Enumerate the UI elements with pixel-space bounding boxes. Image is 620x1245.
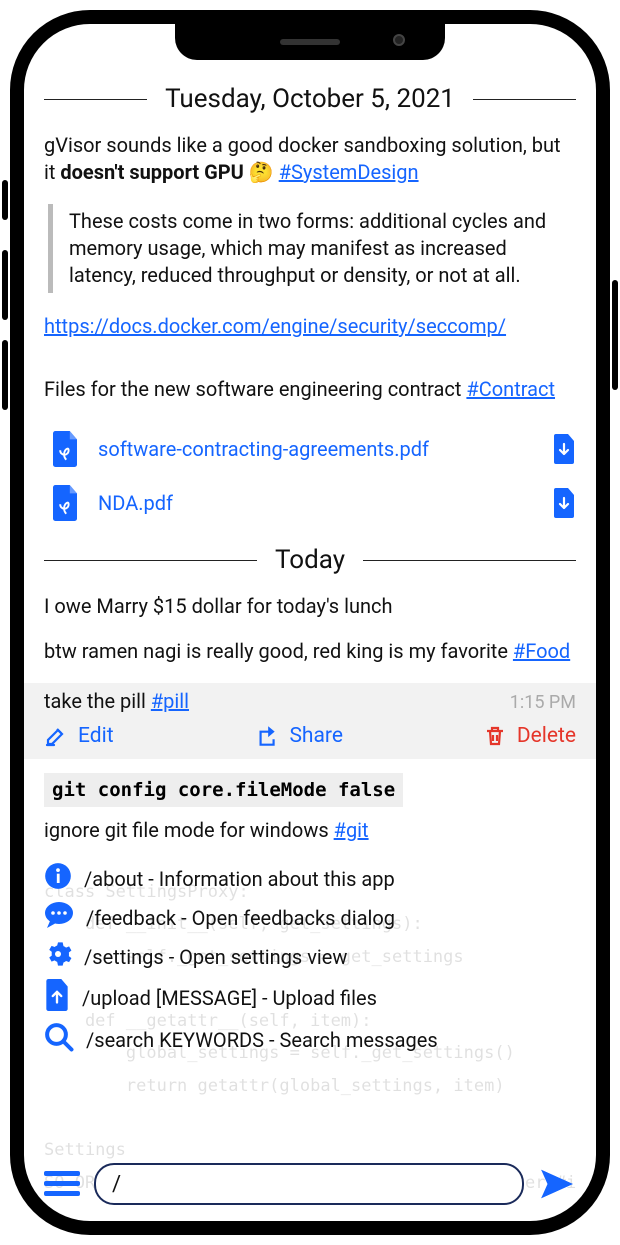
link-docker-seccomp[interactable]: https://docs.docker.com/engine/security/… bbox=[44, 314, 506, 338]
command-list: /about - Information about this app/feed… bbox=[44, 862, 576, 1057]
download-icon[interactable] bbox=[552, 488, 576, 518]
message-contract[interactable]: Files for the new software engineering c… bbox=[44, 376, 576, 403]
command-text: /about - Information about this app bbox=[84, 867, 395, 891]
message-text: Files for the new software engineering c… bbox=[44, 377, 466, 401]
app-screen: Tuesday, October 5, 2021 gVisor sounds l… bbox=[24, 24, 596, 1221]
menu-button[interactable] bbox=[44, 1169, 80, 1199]
share-icon bbox=[253, 723, 279, 749]
hashtag-food[interactable]: #Food bbox=[513, 639, 570, 663]
date-divider-today: Today bbox=[44, 545, 576, 575]
delete-button[interactable]: Delete bbox=[483, 724, 576, 748]
file-upload-icon bbox=[44, 979, 70, 1016]
command-palette-area: class SettingsProxy: def __init__(self, … bbox=[24, 856, 596, 1221]
file-name: software-contracting-agreements.pdf bbox=[98, 437, 534, 461]
edit-button[interactable]: Edit bbox=[44, 724, 114, 748]
message-text: take the pill bbox=[44, 689, 151, 713]
share-button[interactable]: Share bbox=[253, 723, 343, 749]
hashtag-systemdesign[interactable]: #SystemDesign bbox=[279, 160, 419, 184]
download-button[interactable] bbox=[552, 434, 576, 464]
hashtag-pill[interactable]: #pill bbox=[151, 689, 189, 713]
message-text: btw ramen nagi is really good, red king … bbox=[44, 639, 513, 663]
search-icon bbox=[44, 1022, 74, 1057]
message-gvisor[interactable]: gVisor sounds like a good docker sandbox… bbox=[44, 132, 576, 186]
code-block: git config core.fileMode false bbox=[44, 773, 403, 807]
share-label: Share bbox=[289, 724, 343, 748]
download-button[interactable] bbox=[552, 488, 576, 518]
file-name: NDA.pdf bbox=[98, 491, 534, 515]
message-timestamp: 1:15 PM bbox=[510, 692, 576, 713]
info-icon bbox=[44, 862, 72, 895]
command-text: /settings - Open settings view bbox=[84, 945, 347, 969]
command-text: /feedback - Open feedbacks dialog bbox=[86, 906, 395, 930]
command-item[interactable]: /feedback - Open feedbacks dialog bbox=[44, 901, 576, 934]
message-link[interactable]: https://docs.docker.com/engine/security/… bbox=[44, 313, 576, 340]
message-pill[interactable]: take the pill #pill bbox=[44, 689, 510, 713]
file-attachment[interactable]: NDA.pdf bbox=[44, 485, 576, 521]
message-text: I owe Marry $15 dollar for today's lunch bbox=[44, 594, 393, 618]
trash-icon bbox=[483, 724, 507, 748]
chat-icon bbox=[44, 901, 74, 934]
date-label: Today bbox=[275, 545, 345, 575]
hashtag-git[interactable]: #git bbox=[334, 818, 369, 842]
command-item[interactable]: /about - Information about this app bbox=[44, 862, 576, 895]
delete-label: Delete bbox=[517, 724, 576, 748]
command-item[interactable]: /settings - Open settings view bbox=[44, 940, 576, 973]
command-text: /search KEYWORDS - Search messages bbox=[86, 1028, 438, 1052]
download-icon[interactable] bbox=[552, 434, 576, 464]
send-icon bbox=[538, 1165, 576, 1203]
file-attachment[interactable]: software-contracting-agreements.pdf bbox=[44, 431, 576, 467]
command-item[interactable]: /upload [MESSAGE] - Upload files bbox=[44, 979, 576, 1016]
input-bar: / bbox=[44, 1163, 576, 1205]
message-text: ignore git file mode for windows bbox=[44, 818, 334, 842]
edit-label: Edit bbox=[78, 724, 114, 748]
hashtag-contract[interactable]: #Contract bbox=[466, 377, 555, 401]
blockquote-text: These costs come in two forms: additiona… bbox=[69, 209, 546, 287]
input-value: / bbox=[112, 1172, 121, 1197]
date-label: Tuesday, October 5, 2021 bbox=[165, 84, 455, 114]
selected-message: take the pill #pill 1:15 PM Edit Share D… bbox=[24, 683, 596, 759]
phone-frame: Tuesday, October 5, 2021 gVisor sounds l… bbox=[10, 10, 610, 1235]
blockquote: These costs come in two forms: additiona… bbox=[48, 204, 576, 293]
file-pdf-icon bbox=[50, 485, 80, 521]
hamburger-icon bbox=[44, 1169, 80, 1199]
message-code[interactable]: git config core.fileMode false bbox=[44, 759, 576, 815]
command-text: /upload [MESSAGE] - Upload files bbox=[82, 986, 377, 1010]
send-button[interactable] bbox=[538, 1165, 576, 1203]
message-bold: doesn't support GPU bbox=[60, 160, 243, 184]
edit-icon bbox=[44, 724, 68, 748]
message-ramen[interactable]: btw ramen nagi is really good, red king … bbox=[44, 638, 576, 665]
thinking-emoji: 🤔 bbox=[249, 160, 274, 184]
message-input[interactable]: / bbox=[94, 1163, 524, 1205]
message-owe[interactable]: I owe Marry $15 dollar for today's lunch bbox=[44, 593, 576, 620]
command-item[interactable]: /search KEYWORDS - Search messages bbox=[44, 1022, 576, 1057]
action-bar: Edit Share Delete bbox=[44, 723, 576, 749]
date-divider-previous: Tuesday, October 5, 2021 bbox=[44, 84, 576, 114]
file-pdf-icon bbox=[50, 431, 80, 467]
message-gitnote[interactable]: ignore git file mode for windows #git bbox=[44, 817, 576, 844]
gear-icon bbox=[44, 940, 72, 973]
